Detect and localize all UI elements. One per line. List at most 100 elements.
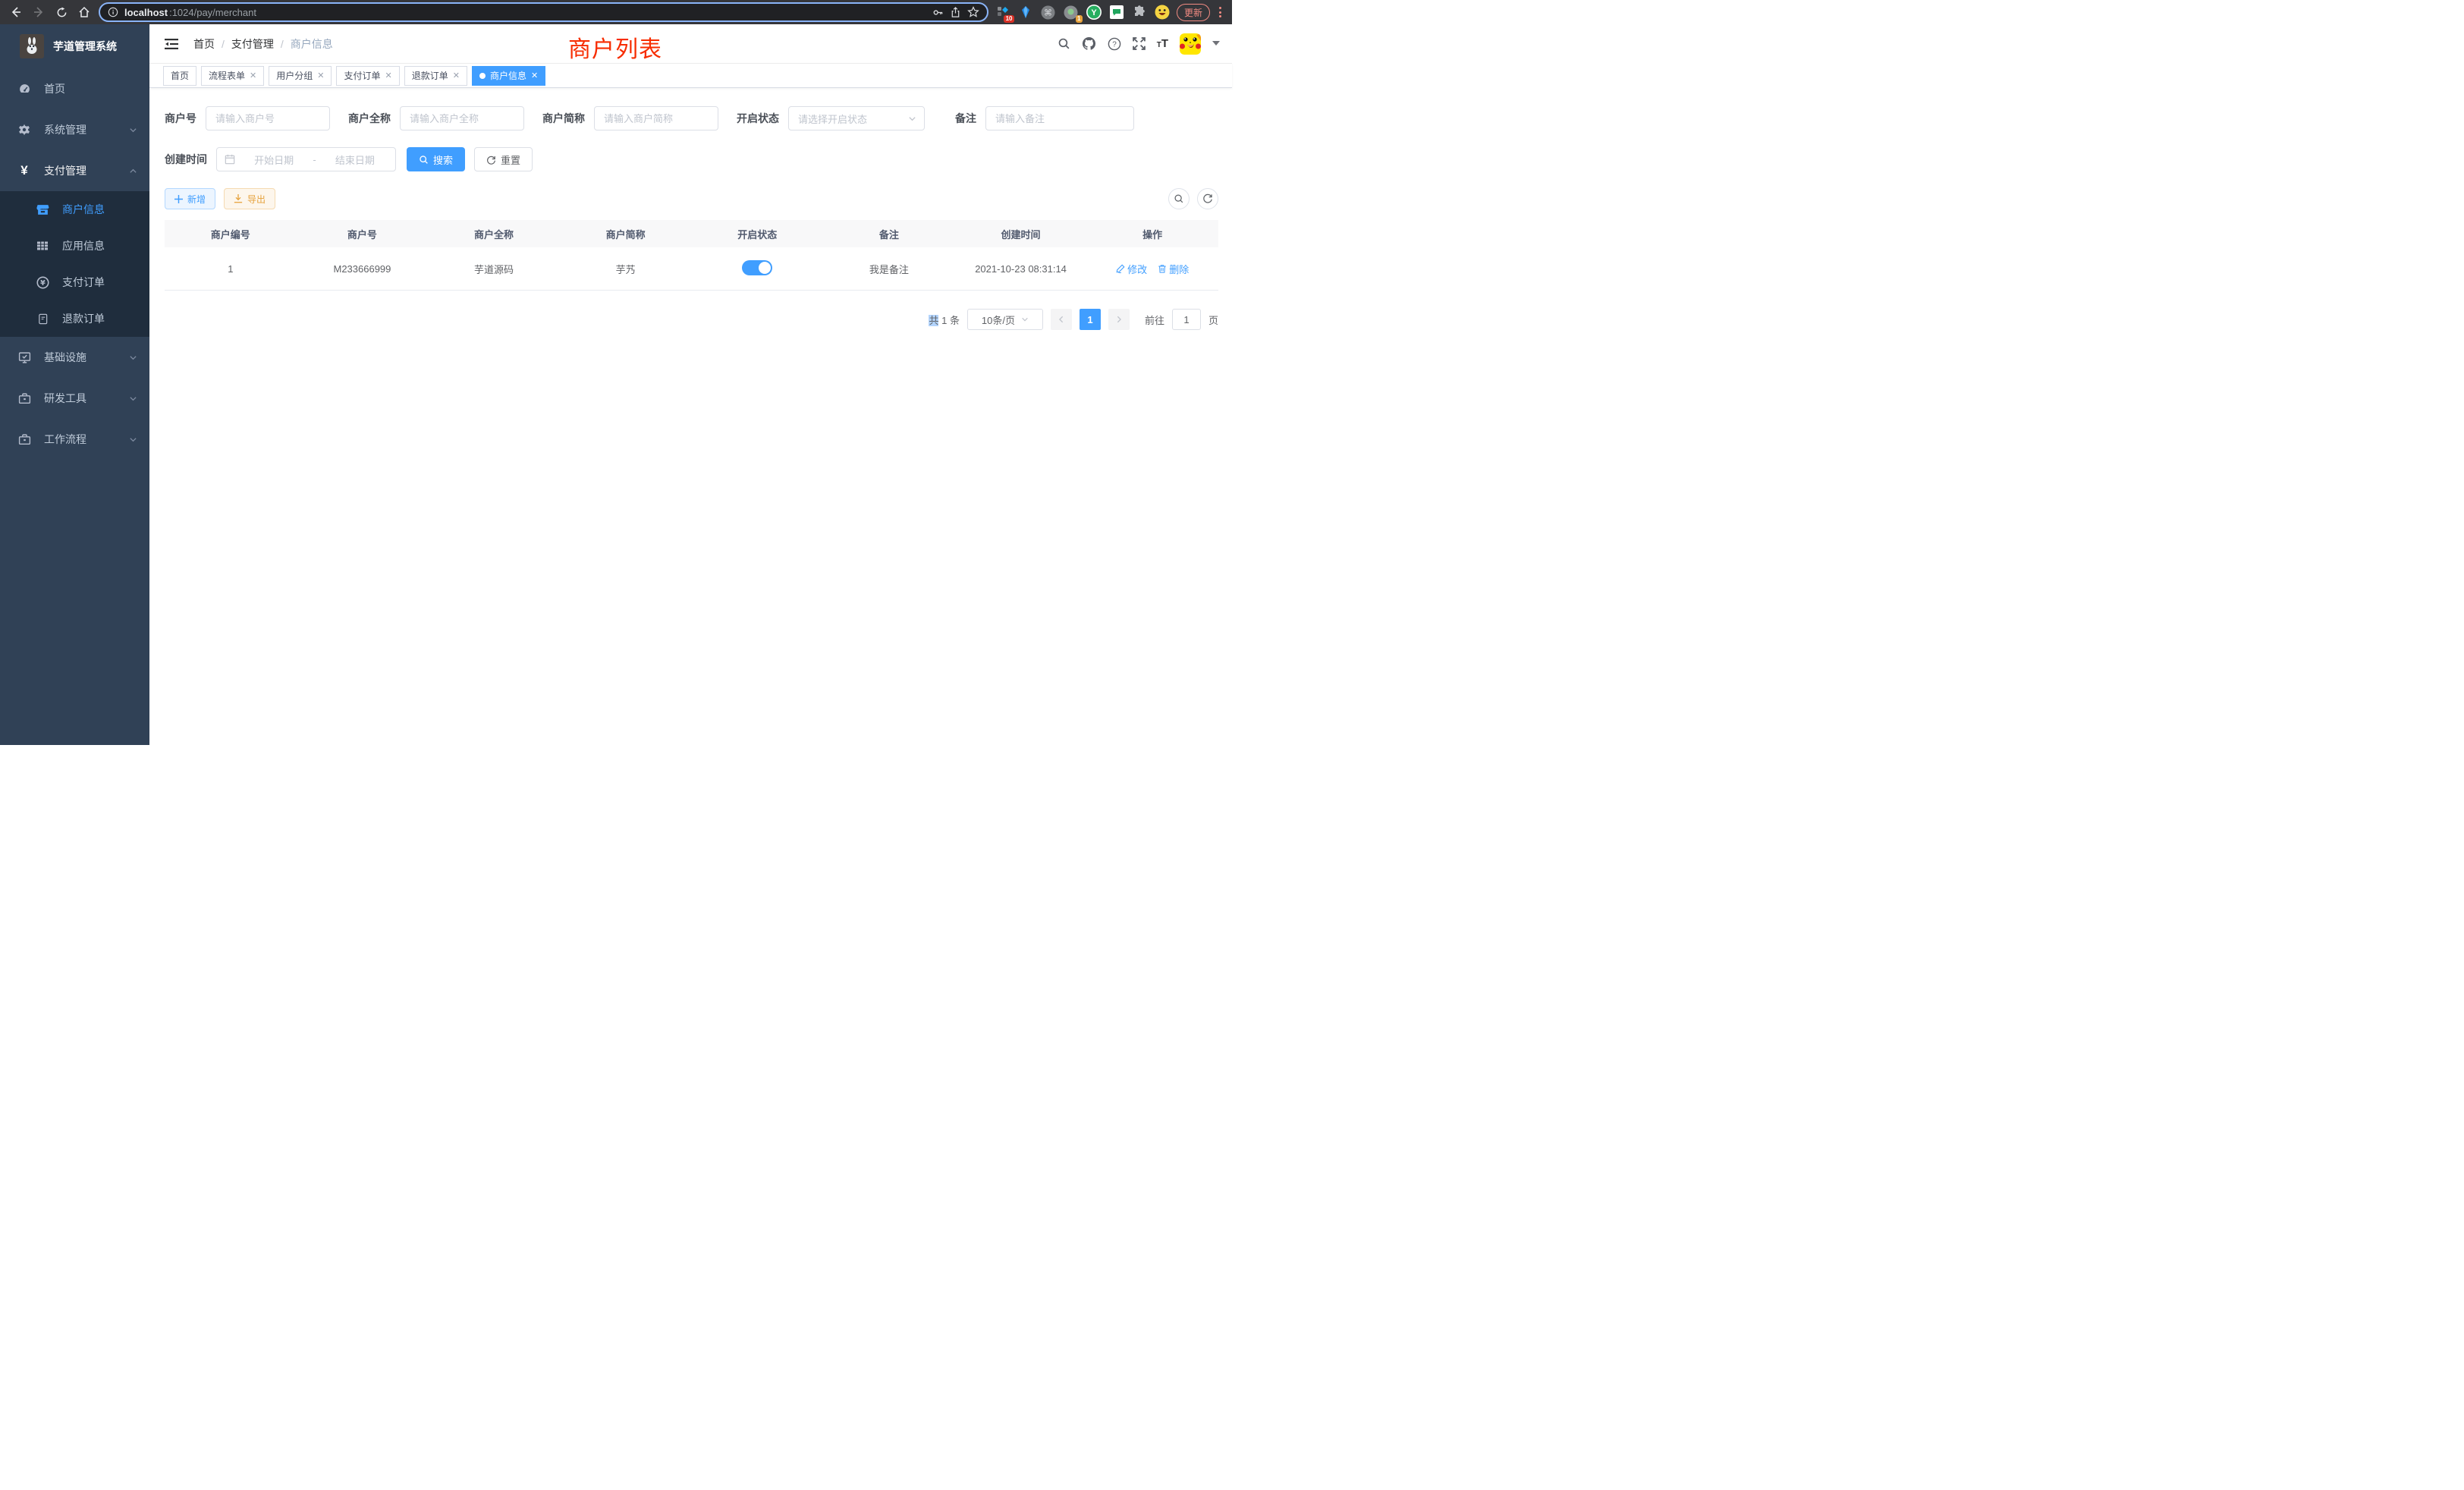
total-text: 共 1 条 bbox=[929, 313, 960, 327]
sidebar-item-merchant-info[interactable]: 商户信息 bbox=[0, 191, 149, 228]
sidebar-item-label: 基础设施 bbox=[44, 350, 129, 365]
col-header: 创建时间 bbox=[955, 227, 1087, 241]
extension-y-icon[interactable]: Y bbox=[1086, 4, 1102, 20]
sidebar-item-refund-order[interactable]: 退款订单 bbox=[0, 300, 149, 337]
status-select[interactable]: 请选择开启状态 bbox=[788, 106, 925, 130]
password-key-icon[interactable] bbox=[932, 7, 944, 18]
header-search-icon[interactable] bbox=[1058, 37, 1070, 50]
browser-back-button[interactable] bbox=[8, 4, 24, 20]
refresh-table-button[interactable] bbox=[1197, 188, 1218, 209]
filter-label-status: 开启状态 bbox=[737, 111, 779, 126]
col-header: 商户简称 bbox=[560, 227, 692, 241]
storefront-icon bbox=[33, 203, 52, 216]
extensions-puzzle-icon[interactable] bbox=[1131, 4, 1148, 20]
extension-gem-icon[interactable] bbox=[1017, 4, 1034, 20]
next-page-button[interactable] bbox=[1108, 309, 1130, 330]
tab-home[interactable]: 首页 bbox=[163, 66, 196, 86]
sidebar-logo[interactable]: 芋道管理系统 bbox=[0, 24, 149, 68]
tags-view: 首页 流程表单✕ 用户分组✕ 支付订单✕ 退款订单✕ 商户信息✕ bbox=[149, 64, 1232, 88]
toggle-search-button[interactable] bbox=[1168, 188, 1190, 209]
logo-rabbit-image bbox=[20, 34, 44, 58]
browser-menu-icon[interactable] bbox=[1216, 7, 1224, 17]
browser-reload-button[interactable] bbox=[53, 4, 70, 20]
edit-row-button[interactable]: 修改 bbox=[1116, 262, 1147, 276]
extension-badge: 1 bbox=[1076, 15, 1083, 23]
delete-row-button[interactable]: 删除 bbox=[1158, 262, 1189, 276]
add-button[interactable]: 新增 bbox=[165, 188, 215, 209]
user-avatar[interactable] bbox=[1180, 33, 1201, 55]
reset-button[interactable]: 重置 bbox=[474, 147, 533, 171]
sidebar-submenu-pay: 商户信息 应用信息 ¥ 支付订单 退款订单 bbox=[0, 191, 149, 337]
filter-label-merchant-no: 商户号 bbox=[165, 111, 196, 126]
extension-chat-icon[interactable] bbox=[1108, 4, 1125, 20]
sidebar-item-system[interactable]: 系统管理 bbox=[0, 109, 149, 150]
export-button[interactable]: 导出 bbox=[224, 188, 275, 209]
sidebar-item-label: 工作流程 bbox=[44, 432, 129, 447]
document-icon bbox=[33, 313, 52, 325]
monitor-check-icon bbox=[15, 351, 33, 364]
browser-home-button[interactable] bbox=[76, 4, 93, 20]
tab-merchant-info[interactable]: 商户信息✕ bbox=[472, 66, 545, 86]
extension-command-icon[interactable]: ⌘ bbox=[1040, 4, 1057, 20]
tab-pay-order[interactable]: 支付订单✕ bbox=[336, 66, 399, 86]
short-name-input[interactable] bbox=[594, 106, 718, 130]
chevron-down-icon bbox=[129, 354, 137, 362]
tab-user-group[interactable]: 用户分组✕ bbox=[269, 66, 332, 86]
search-button[interactable]: 搜索 bbox=[407, 147, 465, 171]
share-icon[interactable] bbox=[950, 7, 961, 18]
col-header: 备注 bbox=[823, 227, 955, 241]
page-number-1[interactable]: 1 bbox=[1080, 309, 1101, 330]
sidebar-item-workflow[interactable]: 工作流程 bbox=[0, 419, 149, 460]
full-name-input[interactable] bbox=[400, 106, 524, 130]
breadcrumb-pay[interactable]: 支付管理 bbox=[231, 36, 274, 52]
bookmark-star-icon[interactable] bbox=[967, 6, 979, 18]
profile-smiley-avatar[interactable] bbox=[1154, 4, 1171, 20]
extension-badge: 10 bbox=[1004, 15, 1014, 23]
svg-text:?: ? bbox=[1112, 40, 1117, 49]
sidebar-item-home[interactable]: 首页 bbox=[0, 68, 149, 109]
close-icon[interactable]: ✕ bbox=[385, 71, 392, 80]
status-toggle[interactable] bbox=[742, 260, 772, 275]
sidebar-fold-icon[interactable] bbox=[160, 33, 183, 55]
url-path: :1024/pay/merchant bbox=[169, 7, 256, 18]
app-title: 芋道管理系统 bbox=[53, 39, 117, 54]
extension-recorder-icon[interactable]: 1 bbox=[1063, 4, 1080, 20]
gear-icon bbox=[15, 124, 33, 136]
close-icon[interactable]: ✕ bbox=[250, 71, 256, 80]
prev-page-button[interactable] bbox=[1051, 309, 1072, 330]
sidebar-item-app-info[interactable]: 应用信息 bbox=[0, 228, 149, 264]
breadcrumb: 首页 / 支付管理 / 商户信息 bbox=[193, 36, 333, 52]
fullscreen-icon[interactable] bbox=[1133, 37, 1146, 50]
sidebar-item-pay[interactable]: ¥ 支付管理 bbox=[0, 150, 149, 191]
remark-input[interactable] bbox=[985, 106, 1134, 130]
github-icon[interactable] bbox=[1082, 36, 1096, 51]
breadcrumb-home[interactable]: 首页 bbox=[193, 36, 215, 52]
browser-forward-button[interactable] bbox=[30, 4, 47, 20]
col-header: 商户编号 bbox=[165, 227, 297, 241]
chrome-update-button[interactable]: 更新 bbox=[1177, 4, 1210, 21]
merchant-no-input[interactable] bbox=[206, 106, 330, 130]
page-size-select[interactable]: 10条/页 bbox=[967, 309, 1043, 330]
pagination: 共 1 条 10条/页 1 前往 页 bbox=[165, 309, 1218, 330]
user-menu-caret-icon[interactable] bbox=[1212, 41, 1220, 46]
address-bar[interactable]: localhost:1024/pay/merchant bbox=[99, 2, 988, 22]
tab-refund-order[interactable]: 退款订单✕ bbox=[404, 66, 467, 86]
toolbox-icon bbox=[15, 392, 33, 405]
cell-merchant-id: 1 bbox=[165, 263, 297, 275]
site-info-icon[interactable] bbox=[108, 7, 118, 17]
filter-label-short-name: 商户简称 bbox=[542, 111, 585, 126]
sidebar-item-dev-tools[interactable]: 研发工具 bbox=[0, 378, 149, 419]
goto-page-input[interactable] bbox=[1172, 309, 1201, 330]
font-size-icon[interactable]: TT bbox=[1157, 37, 1168, 50]
close-icon[interactable]: ✕ bbox=[531, 71, 538, 80]
tab-process-form[interactable]: 流程表单✕ bbox=[201, 66, 264, 86]
sidebar-item-infrastructure[interactable]: 基础设施 bbox=[0, 337, 149, 378]
sidebar-item-pay-order[interactable]: ¥ 支付订单 bbox=[0, 264, 149, 300]
close-icon[interactable]: ✕ bbox=[317, 71, 324, 80]
start-date-placeholder: 开始日期 bbox=[241, 152, 306, 167]
help-icon[interactable]: ? bbox=[1108, 37, 1121, 51]
close-icon[interactable]: ✕ bbox=[453, 71, 460, 80]
col-header: 操作 bbox=[1086, 227, 1218, 241]
extension-grid-icon[interactable]: 10 bbox=[995, 4, 1011, 20]
create-time-range-picker[interactable]: 开始日期 - 结束日期 bbox=[216, 147, 396, 171]
